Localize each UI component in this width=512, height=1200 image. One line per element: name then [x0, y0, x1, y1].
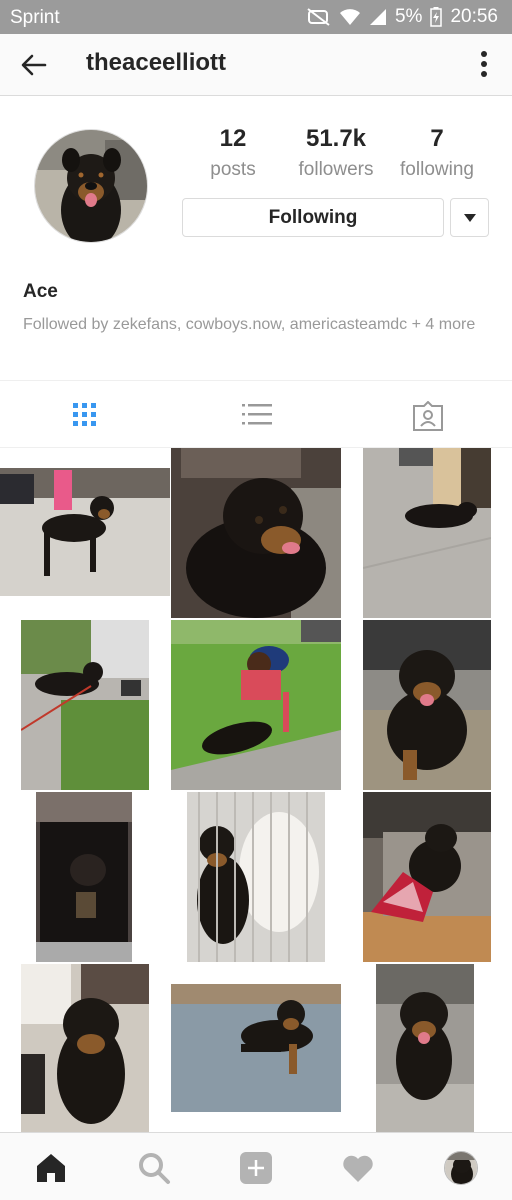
signal-icon	[369, 8, 387, 26]
following-button[interactable]: Following	[182, 198, 444, 237]
app-header: theaceelliott	[0, 34, 512, 96]
followers-stat[interactable]: 51.7k followers	[290, 125, 382, 181]
profile-username: theaceelliott	[86, 49, 227, 76]
heart-icon[interactable]	[341, 1151, 375, 1185]
photo-thumbnail[interactable]	[187, 792, 325, 962]
status-bar: Sprint 5% 20:56	[0, 0, 512, 34]
wifi-icon	[339, 8, 361, 26]
list-icon	[242, 404, 272, 425]
profile-section: 12 posts 51.7k followers 7 following Fol…	[0, 97, 512, 380]
back-arrow-icon[interactable]	[18, 49, 50, 81]
home-icon[interactable]	[34, 1151, 68, 1185]
photo-thumbnail[interactable]	[21, 964, 149, 1132]
followed-by-text[interactable]: Followed by zekefans, cowboys.now, ameri…	[23, 313, 483, 337]
profile-view-tabs	[0, 380, 512, 448]
bottom-navigation	[0, 1132, 512, 1200]
carrier-name: Sprint	[10, 7, 60, 28]
posts-label: posts	[210, 159, 256, 180]
tab-tagged[interactable]	[341, 381, 511, 449]
search-icon[interactable]	[137, 1151, 171, 1185]
photo-thumbnail[interactable]	[171, 620, 341, 790]
photo-thumbnail[interactable]	[171, 448, 341, 618]
grid-icon	[73, 403, 96, 426]
suggestions-dropdown-button[interactable]	[450, 198, 489, 237]
followers-count: 51.7k	[305, 125, 367, 152]
photo-thumbnail[interactable]	[363, 448, 491, 618]
clock-time: 20:56	[450, 6, 498, 27]
photo-thumbnail[interactable]	[363, 620, 491, 790]
battery-level: 5%	[394, 6, 423, 27]
photo-thumbnail[interactable]	[363, 792, 491, 962]
photo-thumbnail[interactable]	[36, 792, 132, 962]
following-stat[interactable]: 7 following	[393, 125, 481, 181]
following-count: 7	[430, 125, 444, 152]
mute-icon	[307, 7, 331, 27]
profile-avatar[interactable]	[34, 129, 148, 243]
posts-stat: 12 posts	[200, 125, 266, 181]
profile-display-name: Ace	[23, 281, 58, 302]
photo-grid	[0, 448, 512, 1132]
tab-grid[interactable]	[0, 381, 170, 449]
status-icons: 5% 20:56	[307, 6, 498, 28]
profile-avatar-icon[interactable]	[444, 1151, 478, 1185]
photo-thumbnail[interactable]	[376, 964, 474, 1132]
triangle-down-icon	[464, 214, 476, 222]
photo-thumbnail[interactable]	[21, 620, 149, 790]
tab-list[interactable]	[171, 381, 341, 449]
photo-thumbnail[interactable]	[171, 984, 341, 1112]
followers-label: followers	[298, 159, 374, 180]
following-label: following	[400, 159, 474, 180]
photo-thumbnail[interactable]	[0, 448, 170, 618]
tagged-person-icon	[413, 401, 443, 431]
more-vertical-icon[interactable]	[478, 47, 490, 81]
add-post-icon[interactable]	[239, 1151, 273, 1185]
posts-count: 12	[219, 125, 247, 152]
battery-charging-icon	[430, 7, 443, 27]
